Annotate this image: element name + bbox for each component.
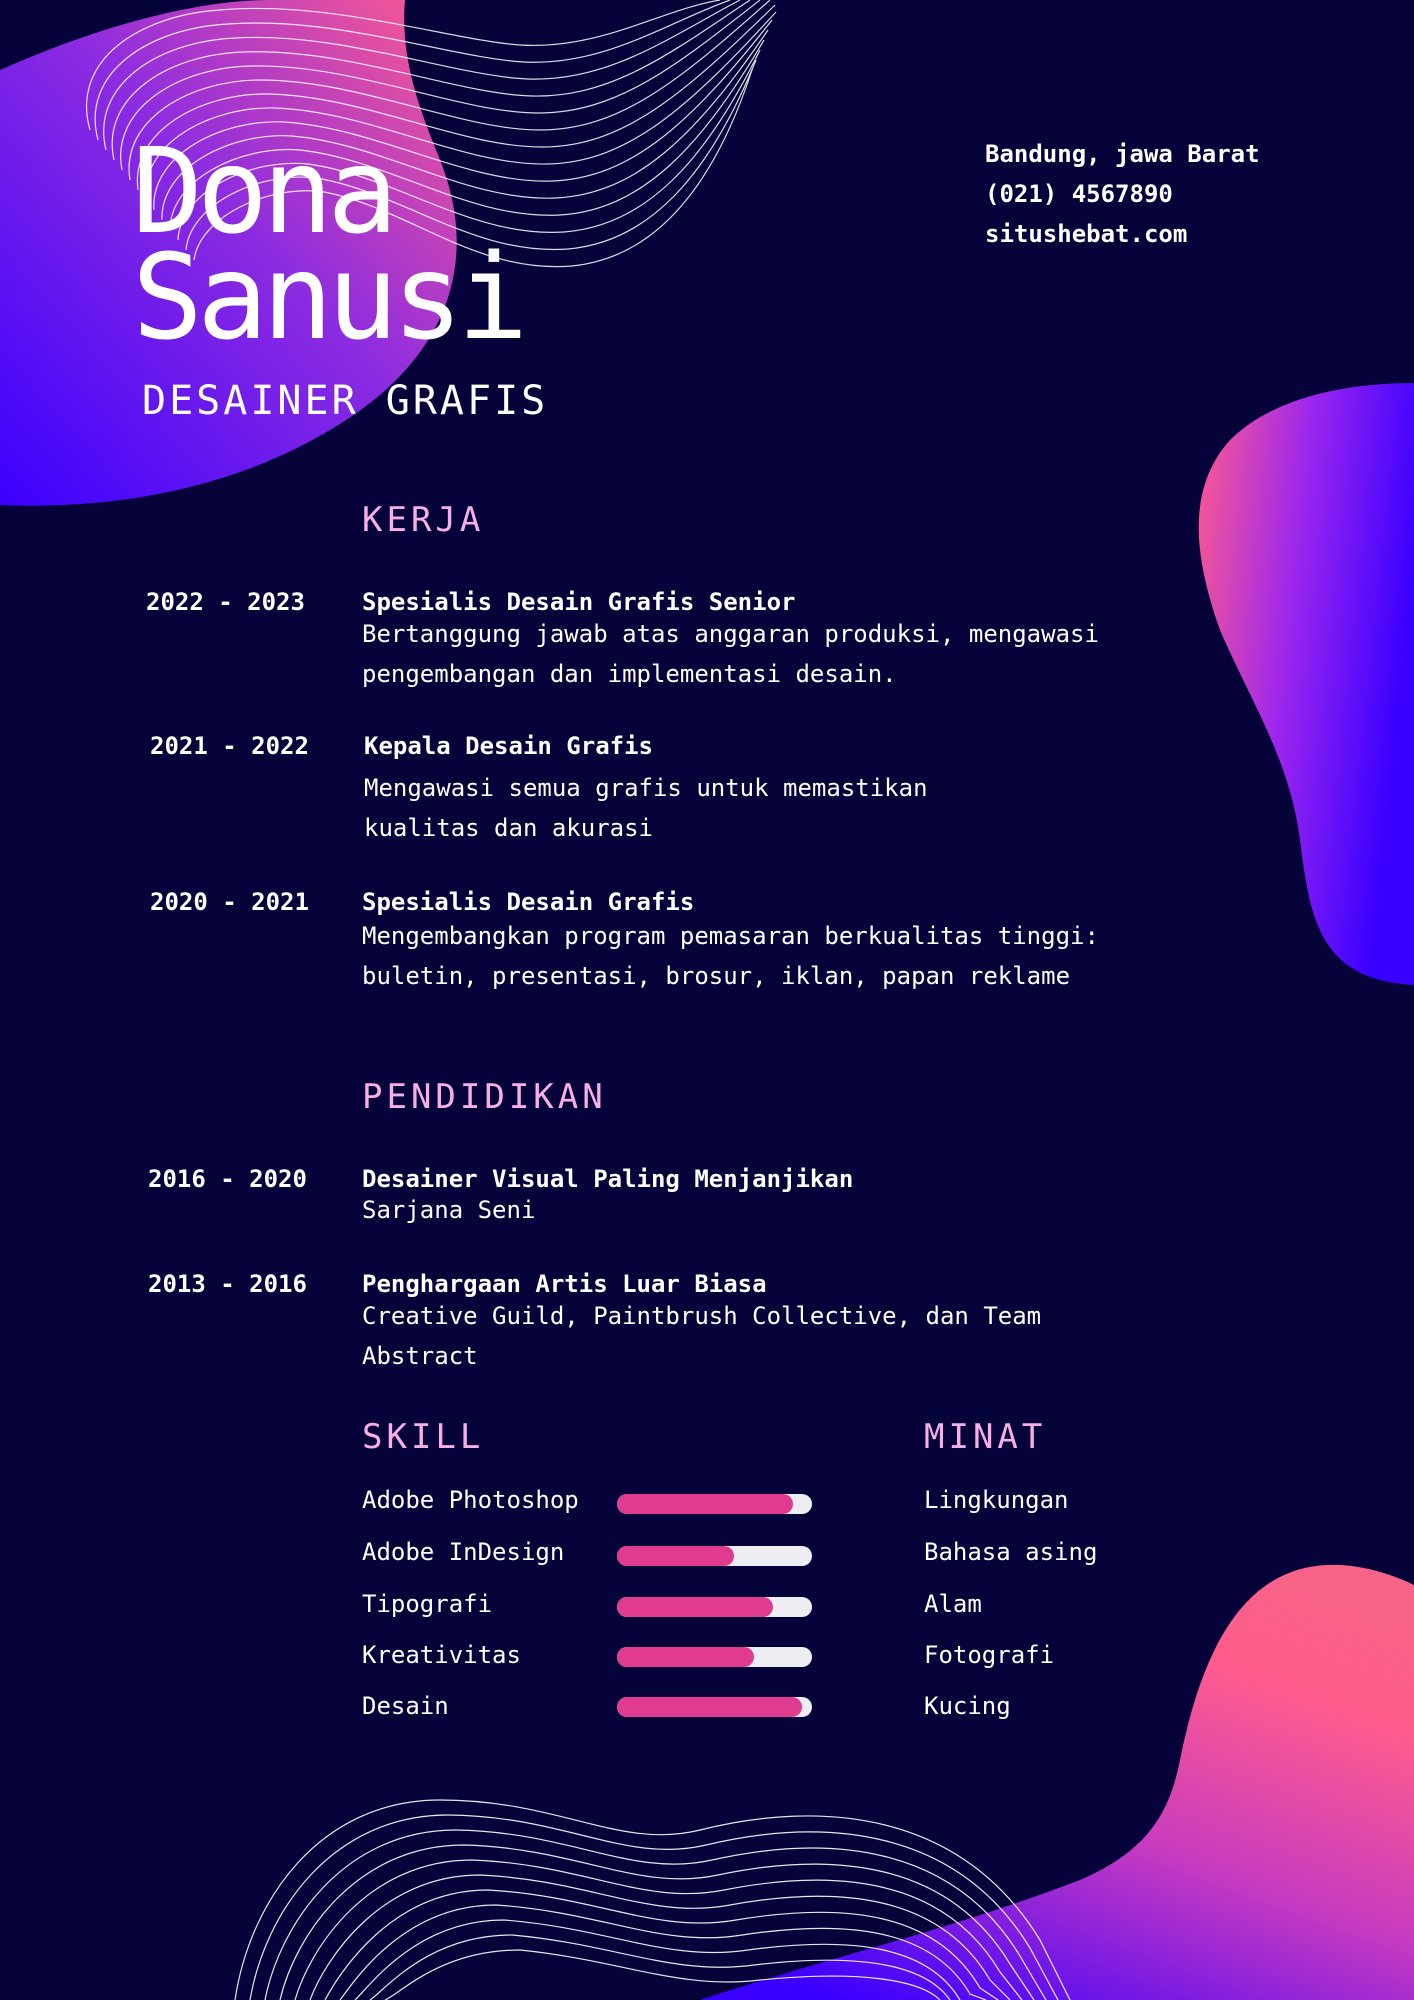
work-description: Bertanggung jawab atas anggaran produksi… — [362, 614, 1142, 694]
section-title-interests: MINAT — [924, 1417, 1047, 1457]
skill-label: Adobe InDesign — [362, 1538, 565, 1566]
skill-label: Tipografi — [362, 1590, 493, 1618]
last-name: Sanusi — [132, 228, 528, 366]
work-years: 2022 - 2023 — [146, 588, 305, 616]
description-line: Creative Guild, Paintbrush Collective, d… — [362, 1302, 1042, 1330]
description-line: Mengembangkan program pemasaran berkuali… — [362, 922, 1099, 950]
work-title: Kepala Desain Grafis — [364, 732, 653, 760]
education-years: 2013 - 2016 — [148, 1270, 307, 1298]
work-description: Mengembangkan program pemasaran berkuali… — [362, 916, 1142, 996]
skill-label: Adobe Photoshop — [362, 1486, 579, 1514]
education-title: Desainer Visual Paling Menjanjikan — [362, 1165, 854, 1193]
interest-item: Bahasa asing — [924, 1538, 1098, 1566]
skill-bar-fill — [617, 1597, 773, 1617]
skill-bar-fill — [617, 1494, 793, 1514]
description-line: pengembangan dan implementasi desain. — [362, 660, 897, 688]
skill-bar — [617, 1494, 812, 1514]
interest-item: Fotografi — [924, 1641, 1055, 1669]
description-line: Abstract — [362, 1342, 478, 1370]
skill-bar-fill — [617, 1546, 734, 1566]
interest-item: Lingkungan — [924, 1486, 1069, 1514]
work-years: 2021 - 2022 — [150, 732, 309, 760]
section-title-education: PENDIDIKAN — [362, 1077, 607, 1117]
education-years: 2016 - 2020 — [148, 1165, 307, 1193]
work-title: Spesialis Desain Grafis Senior — [362, 588, 796, 616]
contact-website[interactable]: situshebat.com — [985, 220, 1187, 248]
skill-bar-fill — [617, 1647, 754, 1667]
contact-phone: (021) 4567890 — [985, 180, 1173, 208]
work-title: Spesialis Desain Grafis — [362, 888, 695, 916]
education-description: Sarjana Seni — [362, 1190, 1142, 1230]
interest-item: Kucing — [924, 1692, 1011, 1720]
work-description: Mengawasi semua grafis untuk memastikan … — [364, 768, 1144, 848]
section-title-work: KERJA — [362, 500, 485, 540]
skill-label: Desain — [362, 1692, 449, 1720]
skill-bar — [617, 1597, 812, 1617]
bottom-right-blob — [700, 1564, 1414, 2000]
interest-item: Alam — [924, 1590, 982, 1618]
description-line: buletin, presentasi, brosur, iklan, papa… — [362, 962, 1071, 990]
contact-location: Bandung, jawa Barat — [985, 140, 1260, 168]
description-line: Bertanggung jawab atas anggaran produksi… — [362, 620, 1099, 648]
skill-bar — [617, 1546, 812, 1566]
description-line: Mengawasi semua grafis untuk memastikan — [364, 774, 928, 802]
description-line: Sarjana Seni — [362, 1196, 536, 1224]
skill-bar — [617, 1697, 812, 1717]
description-line: kualitas dan akurasi — [364, 814, 653, 842]
section-title-skills: SKILL — [362, 1417, 485, 1457]
skill-bar-fill — [617, 1697, 803, 1717]
job-role: DESAINER GRAFIS — [142, 378, 549, 424]
education-description: Creative Guild, Paintbrush Collective, d… — [362, 1296, 1142, 1376]
education-title: Penghargaan Artis Luar Biasa — [362, 1270, 767, 1298]
skill-label: Kreativitas — [362, 1641, 521, 1669]
skill-bar — [617, 1647, 812, 1667]
right-blob — [1198, 383, 1414, 985]
work-years: 2020 - 2021 — [150, 888, 309, 916]
